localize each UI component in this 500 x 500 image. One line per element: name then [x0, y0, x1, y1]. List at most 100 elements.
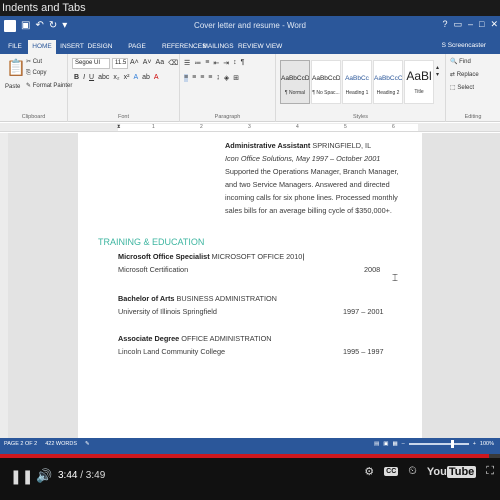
minimize-icon[interactable]: –	[468, 19, 473, 30]
tab-mailings[interactable]: MAILINGS	[202, 40, 234, 54]
user-name[interactable]: S Screencaster	[442, 42, 486, 49]
show-formatting-icon[interactable]: ¶	[241, 59, 245, 67]
zoom-in-icon[interactable]: +	[473, 441, 476, 447]
read-mode-icon[interactable]: ▤	[374, 441, 379, 447]
ribbon: 📋 Paste ✂ Cut ⎘ Copy ✎ Format Painter Cl…	[0, 54, 500, 122]
tab-home[interactable]: HOME	[28, 40, 56, 54]
settings-icon[interactable]: ⚙	[364, 465, 374, 478]
bullets-icon[interactable]: ☰	[184, 59, 190, 67]
copy-button[interactable]: ⎘ Copy	[26, 70, 47, 77]
zoom-out-icon[interactable]: –	[402, 441, 405, 447]
fullscreen-icon[interactable]: ⛶	[486, 465, 494, 478]
ribbon-options-icon[interactable]: ▭	[453, 19, 462, 30]
horizontal-ruler[interactable]: 1 2 3 4 5 6 ⧗	[0, 123, 500, 132]
paste-icon[interactable]: 📋	[6, 58, 26, 78]
multilevel-list-icon[interactable]: ≡	[205, 59, 209, 67]
help-icon[interactable]: ?	[442, 19, 447, 30]
clipboard-group: 📋 Paste ✂ Cut ⎘ Copy ✎ Format Painter Cl…	[0, 54, 72, 122]
cut-icon: ✂	[26, 59, 32, 65]
italic-icon[interactable]: I	[83, 74, 85, 81]
tab-references[interactable]: REFERENCES	[162, 40, 206, 54]
paragraph-group: ☰ ≔ ≡ ⇤ ⇥ ↕ ¶ ≡ ≡ ≡ ≡ ↨ ◈ ⊞ Paragraph	[180, 54, 276, 122]
style-heading-1[interactable]: AaBbCc Heading 1	[342, 60, 372, 104]
find-button[interactable]: 🔍 Find	[450, 58, 471, 65]
captions-icon[interactable]: CC	[384, 467, 399, 476]
subscript-icon[interactable]: x₂	[113, 74, 119, 81]
styles-scroll-icon[interactable]: ▴ ▾	[436, 64, 439, 78]
zoom-slider[interactable]	[408, 440, 469, 448]
indent-marker-icon[interactable]: ⧗	[117, 124, 121, 130]
style-title[interactable]: AaBl Title	[404, 60, 434, 104]
status-bar: PAGE 2 OF 2 422 WORDS ✎ ▤ ▣ ▦ – + 100%	[0, 438, 500, 454]
education-degree: Bachelor of Arts	[118, 294, 175, 303]
clipboard-label: Clipboard	[21, 114, 46, 120]
document-page[interactable]	[78, 133, 422, 438]
tab-design[interactable]: DESIGN	[87, 40, 113, 54]
format-painter-button[interactable]: ✎ Format Painter	[26, 82, 72, 89]
video-time: 3:44 / 3:49	[58, 470, 105, 481]
education-years: 1995 – 1997	[343, 347, 384, 356]
select-button[interactable]: ⬚ Select	[450, 84, 474, 91]
zoom-level[interactable]: 100%	[480, 441, 494, 447]
youtube-logo[interactable]: You Tube	[427, 465, 477, 478]
tab-insert[interactable]: INSERT	[58, 40, 86, 54]
numbering-icon[interactable]: ≔	[194, 59, 201, 67]
document-area	[0, 133, 500, 438]
print-layout-icon[interactable]: ▣	[383, 441, 388, 447]
close-icon[interactable]: ✕	[490, 19, 498, 30]
clear-formatting-icon[interactable]: ⌫	[168, 59, 178, 67]
underline-icon[interactable]: U	[89, 74, 94, 81]
tab-view[interactable]: VIEW	[264, 40, 284, 54]
tab-page-layout[interactable]: PAGE LAYOUT	[116, 40, 158, 64]
replace-button[interactable]: ⇄ Replace	[450, 71, 479, 78]
grow-font-icon[interactable]: A˄	[130, 59, 139, 67]
style-normal[interactable]: AaBbCcDc ¶ Normal	[280, 60, 310, 104]
text-cursor: |	[302, 252, 305, 261]
format-painter-icon: ✎	[26, 83, 32, 89]
video-controls: ❚❚ 🔊 3:44 / 3:49 ⚙ CC ⏲ You Tube ⛶	[0, 454, 500, 500]
education-entry: Microsoft Office Specialist MICROSOFT OF…	[118, 252, 304, 261]
job-heading: Administrative Assistant SPRINGFIELD, IL	[225, 141, 371, 150]
shrink-font-icon[interactable]: A˅	[143, 59, 152, 67]
align-center-icon[interactable]: ≡	[192, 74, 196, 82]
decrease-indent-icon[interactable]: ⇤	[213, 59, 219, 67]
video-progress-bar[interactable]	[0, 454, 500, 458]
shading-icon[interactable]: ◈	[224, 74, 229, 82]
word-count[interactable]: 422 WORDS	[45, 441, 77, 447]
align-left-icon[interactable]: ≡	[184, 74, 189, 82]
document-title: Cover letter and resume - Word	[194, 21, 306, 30]
paste-button[interactable]: Paste	[5, 84, 20, 90]
justify-icon[interactable]: ≡	[208, 74, 212, 82]
change-case-icon[interactable]: Aa	[156, 59, 165, 67]
sort-icon[interactable]: ↕	[233, 59, 237, 67]
highlight-icon[interactable]: ab	[142, 74, 150, 81]
strikethrough-icon[interactable]: abc	[98, 74, 109, 81]
font-name-combo[interactable]: Segoe UI	[72, 58, 110, 69]
maximize-icon[interactable]: □	[479, 19, 484, 30]
borders-icon[interactable]: ⊞	[233, 74, 239, 82]
align-right-icon[interactable]: ≡	[200, 74, 204, 82]
select-icon: ⬚	[450, 85, 456, 91]
page-count[interactable]: PAGE 2 OF 2	[4, 441, 37, 447]
style-no-spacing[interactable]: AaBbCcDc ¶ No Spac...	[311, 60, 341, 104]
zoom-slider-thumb[interactable]	[450, 440, 454, 448]
vertical-ruler[interactable]	[0, 133, 8, 438]
tab-file[interactable]: FILE	[4, 40, 26, 54]
proofing-icon[interactable]: ✎	[85, 441, 90, 447]
superscript-icon[interactable]: x²	[124, 74, 130, 81]
increase-indent-icon[interactable]: ⇥	[223, 59, 229, 67]
watch-later-icon[interactable]: ⏲	[408, 465, 417, 478]
education-degree: Microsoft Office Specialist	[118, 252, 210, 261]
line-spacing-icon[interactable]: ↨	[216, 74, 220, 82]
font-color-icon[interactable]: A	[154, 74, 159, 81]
volume-icon[interactable]: 🔊	[36, 468, 52, 484]
text-effects-icon[interactable]: A	[133, 74, 138, 81]
font-size-combo[interactable]: 11.5	[112, 58, 128, 69]
font-group: Segoe UI 11.5 A˄ A˅ Aa ⌫ B I U abc x₂ x²…	[68, 54, 180, 122]
style-heading-2[interactable]: AaBbCcC Heading 2	[373, 60, 403, 104]
cut-button[interactable]: ✂ Cut	[26, 58, 42, 65]
bold-icon[interactable]: B	[74, 74, 79, 81]
web-layout-icon[interactable]: ▦	[392, 441, 397, 447]
pause-icon[interactable]: ❚❚	[10, 468, 33, 485]
tab-review[interactable]: REVIEW	[238, 40, 264, 54]
